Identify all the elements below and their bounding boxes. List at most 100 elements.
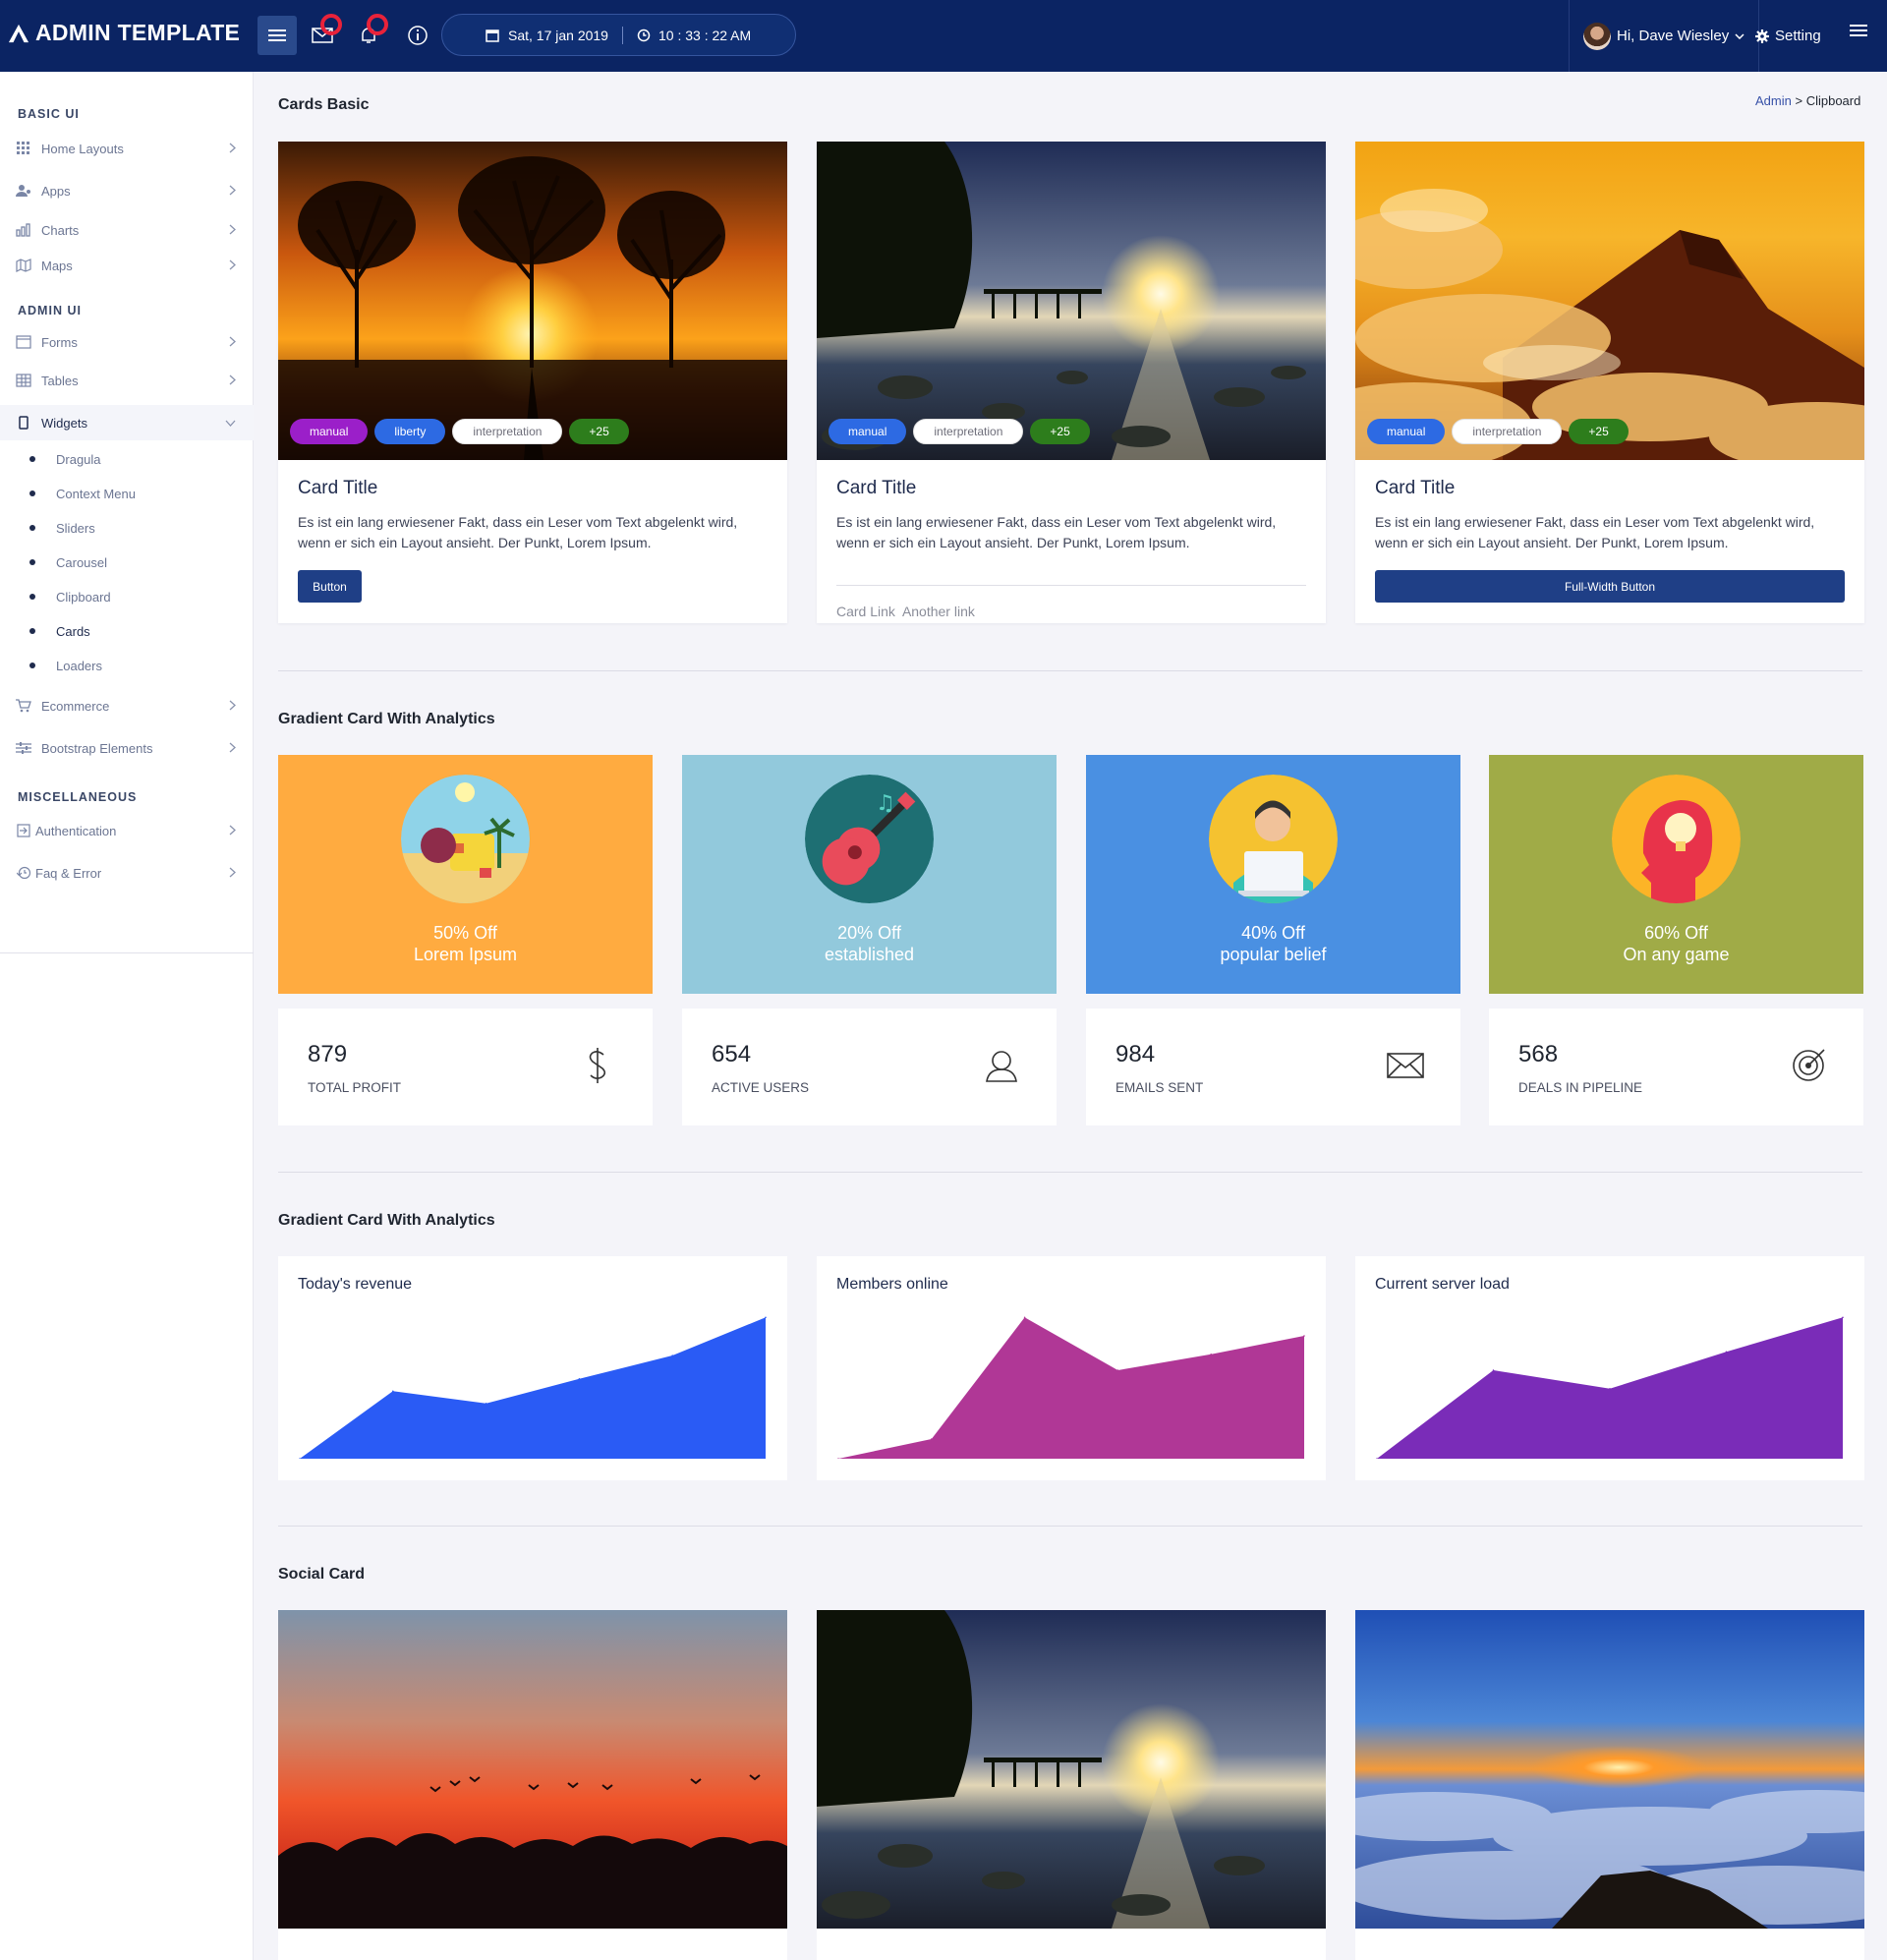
data-point <box>392 1390 394 1393</box>
promo-line-1: 20% Off <box>837 923 901 943</box>
tag[interactable]: interpretation <box>1452 419 1563 444</box>
current-time: 10 : 33 : 22 AM <box>658 27 752 43</box>
stat-value: 654 <box>712 1041 752 1067</box>
sidebar-item-faq-error[interactable]: Faq & Error <box>0 856 254 890</box>
info-button[interactable] <box>398 16 437 55</box>
sidebar-subitem-cards[interactable]: Cards <box>0 618 254 644</box>
chevron-right-icon <box>229 185 236 196</box>
promo-line-1: 50% Off <box>433 923 497 943</box>
sidebar-item-ecommerce[interactable]: Ecommerce <box>0 689 254 722</box>
bullet <box>29 456 35 462</box>
menu-toggle-button[interactable] <box>257 16 297 55</box>
promo-card-3[interactable]: 40% Off popular belief <box>1086 755 1460 994</box>
sidebar-item-bootstrap-elements[interactable]: Bootstrap Elements <box>0 731 254 765</box>
setting-button[interactable]: Setting <box>1755 0 1821 72</box>
breadcrumb-root-link[interactable]: Admin <box>1755 93 1792 108</box>
app-title: ADMIN TEMPLATE <box>35 20 241 45</box>
chevron-right-icon <box>229 336 236 347</box>
stat-card-deals-pipeline: 568 DEALS IN PIPELINE <box>1489 1009 1863 1125</box>
chevron-right-icon <box>229 867 236 878</box>
sidebar-subitem-label: Cards <box>56 623 90 639</box>
tag[interactable]: +25 <box>1569 419 1629 444</box>
card-image-pier-sunset <box>817 1610 1326 1929</box>
card-text: Es ist ein lang erwiesener Fakt, dass ei… <box>1375 514 1815 550</box>
stat-label: ACTIVE USERS <box>712 1080 810 1095</box>
tag[interactable]: liberty <box>374 419 446 444</box>
sidebar-subitem-carousel[interactable]: Carousel <box>0 549 254 575</box>
sidebar-item-label: Maps <box>41 258 73 273</box>
sidebar-subitem-dragula[interactable]: Dragula <box>0 446 254 472</box>
sidebar-item-widgets[interactable]: Widgets <box>0 405 254 440</box>
another-link[interactable]: Another link <box>902 604 975 619</box>
bar-chart-icon <box>16 222 31 238</box>
tag[interactable]: interpretation <box>452 419 563 444</box>
section-divider <box>278 670 1862 671</box>
promo-line-1: 60% Off <box>1644 923 1708 943</box>
chevron-right-icon <box>229 700 236 711</box>
basic-card-2: manual interpretation +25 Card Title Es … <box>817 142 1326 623</box>
data-point <box>931 1438 933 1440</box>
stat-card-emails-sent: 984 EMAILS SENT <box>1086 1009 1460 1125</box>
sidebar-subitem-context-menu[interactable]: Context Menu <box>0 481 254 506</box>
sidebar-item-label: Home Layouts <box>41 141 124 156</box>
promo-card-1[interactable]: 50% Off Lorem Ipsum <box>278 755 653 994</box>
tag[interactable]: manual <box>829 419 907 444</box>
target-icon <box>1789 1046 1828 1085</box>
right-menu-button[interactable] <box>1850 24 1867 42</box>
grid-icon <box>16 141 31 156</box>
sidebar-item-home-layouts[interactable]: Home Layouts <box>0 132 254 165</box>
setting-label: Setting <box>1775 28 1821 44</box>
full-width-button[interactable]: Full-Width Button <box>1375 570 1845 603</box>
user-menu[interactable]: Hi, Dave Wiesley <box>1569 0 1760 72</box>
card-button[interactable]: Button <box>298 570 362 603</box>
social-card-1 <box>278 1610 787 1960</box>
social-card-2 <box>817 1610 1326 1960</box>
sidebar-subitem-label: Sliders <box>56 520 95 536</box>
section-title-gradient-analytics-2: Gradient Card With Analytics <box>278 1212 495 1229</box>
head-idea-icon <box>1612 775 1741 903</box>
tag[interactable]: +25 <box>569 419 629 444</box>
sidebar-item-label: Authentication <box>35 823 117 838</box>
data-point <box>1210 1353 1212 1355</box>
promo-card-2[interactable]: ♫ 20% Off established <box>682 755 1057 994</box>
beach-icon <box>401 775 530 903</box>
tag[interactable]: manual <box>1367 419 1446 444</box>
card-link[interactable]: Card Link <box>836 604 895 619</box>
chart-card-server-load: Current server load <box>1355 1256 1864 1480</box>
sidebar-item-forms[interactable]: Forms <box>0 325 254 359</box>
basic-card-1: manual liberty interpretation +25 Card T… <box>278 142 787 623</box>
sidebar-subitem-clipboard[interactable]: Clipboard <box>0 584 254 609</box>
tag[interactable]: interpretation <box>913 419 1024 444</box>
sidebar-item-apps[interactable]: Apps <box>0 174 254 207</box>
clock-icon <box>637 29 651 41</box>
tag[interactable]: +25 <box>1030 419 1090 444</box>
card-image-birds-sunset <box>278 1610 787 1929</box>
history-icon <box>16 865 31 881</box>
basic-card-3: manual interpretation +25 Card Title Es … <box>1355 142 1864 623</box>
section-title-gradient-analytics: Gradient Card With Analytics <box>278 711 495 727</box>
data-point <box>1609 1387 1611 1390</box>
promo-card-4[interactable]: 60% Off On any game <box>1489 755 1863 994</box>
alerts-button[interactable] <box>349 14 388 55</box>
app-logo[interactable]: ADMIN TEMPLATE <box>8 20 240 46</box>
user-greeting: Hi, Dave Wiesley <box>1617 28 1730 44</box>
sidebar-subitem-sliders[interactable]: Sliders <box>0 515 254 541</box>
bullet <box>29 628 35 634</box>
tag[interactable]: manual <box>290 419 369 444</box>
messages-button[interactable] <box>303 14 342 55</box>
sidebar-item-label: Faq & Error <box>35 865 102 881</box>
stat-card-active-users: 654 ACTIVE USERS <box>682 1009 1057 1125</box>
sidebar-section-basic: BASIC UI <box>18 107 80 121</box>
card-title: Card Title <box>1375 478 1456 498</box>
stat-label: EMAILS SENT <box>1115 1080 1204 1095</box>
sidebar-subitem-loaders[interactable]: Loaders <box>0 653 254 678</box>
sidebar-item-authentication[interactable]: Authentication <box>0 814 254 847</box>
calendar-icon <box>486 29 499 42</box>
sidebar-subitem-label: Context Menu <box>56 486 136 501</box>
card-title: Card Title <box>836 478 917 498</box>
sidebar-subitem-label: Dragula <box>56 451 101 467</box>
sidebar-item-maps[interactable]: Maps <box>0 249 254 282</box>
sidebar-item-tables[interactable]: Tables <box>0 364 254 397</box>
bullet <box>29 525 35 531</box>
sidebar-item-charts[interactable]: Charts <box>0 213 254 247</box>
